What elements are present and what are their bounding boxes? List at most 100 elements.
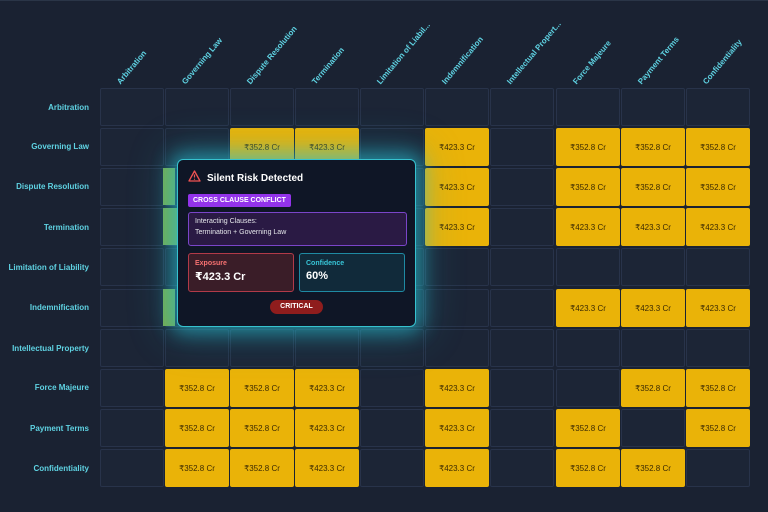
risk-cell[interactable]: ₹352.8 Cr — [621, 369, 685, 407]
empty-cell[interactable] — [686, 88, 750, 126]
empty-cell[interactable] — [621, 329, 685, 367]
empty-cell[interactable] — [100, 128, 164, 166]
empty-cell[interactable] — [490, 128, 554, 166]
empty-cell[interactable] — [100, 369, 164, 407]
empty-cell[interactable] — [295, 329, 359, 367]
empty-cell[interactable] — [230, 329, 294, 367]
risk-cell[interactable]: ₹352.8 Cr — [621, 168, 685, 206]
interacting-clauses: Interacting Clauses: Termination + Gover… — [188, 212, 407, 246]
cell-edge — [163, 168, 175, 205]
empty-cell[interactable] — [556, 329, 620, 367]
warning-triangle-icon — [188, 169, 201, 187]
risk-cell[interactable]: ₹352.8 Cr — [686, 168, 750, 206]
risk-cell[interactable]: ₹423.3 Cr — [425, 168, 489, 206]
empty-cell[interactable] — [425, 248, 489, 286]
empty-cell[interactable] — [100, 208, 164, 246]
risk-cell[interactable]: ₹423.3 Cr — [425, 208, 489, 246]
column-header: Governing Law — [180, 35, 225, 86]
row-header: Payment Terms — [30, 424, 89, 433]
empty-cell[interactable] — [490, 369, 554, 407]
empty-cell[interactable] — [490, 208, 554, 246]
empty-cell[interactable] — [425, 289, 489, 327]
risk-cell[interactable]: ₹423.3 Cr — [556, 289, 620, 327]
empty-cell[interactable] — [490, 409, 554, 447]
row-header: Arbitration — [48, 103, 89, 112]
empty-cell[interactable] — [686, 449, 750, 487]
risk-cell[interactable]: ₹423.3 Cr — [425, 369, 489, 407]
empty-cell[interactable] — [165, 88, 229, 126]
empty-cell[interactable] — [686, 248, 750, 286]
risk-cell[interactable]: ₹352.8 Cr — [686, 369, 750, 407]
risk-cell[interactable]: ₹352.8 Cr — [556, 449, 620, 487]
risk-cell[interactable]: ₹352.8 Cr — [556, 168, 620, 206]
row-header: Force Majeure — [34, 383, 89, 392]
empty-cell[interactable] — [490, 168, 554, 206]
empty-cell[interactable] — [490, 88, 554, 126]
risk-cell[interactable]: ₹352.8 Cr — [165, 369, 229, 407]
empty-cell[interactable] — [556, 369, 620, 407]
column-header: Limitation of Liabil... — [375, 20, 432, 86]
empty-cell[interactable] — [490, 248, 554, 286]
risk-cell[interactable]: ₹352.8 Cr — [621, 128, 685, 166]
risk-cell[interactable]: ₹423.3 Cr — [621, 289, 685, 327]
row-header: Intellectual Property — [12, 344, 89, 353]
confidence-value: 60% — [306, 270, 329, 282]
risk-cell[interactable]: ₹423.3 Cr — [425, 128, 489, 166]
empty-cell[interactable] — [360, 88, 424, 126]
severity-badge: CRITICAL — [270, 300, 323, 314]
interacting-clauses-value: Termination + Governing Law — [195, 229, 287, 236]
empty-cell[interactable] — [100, 329, 164, 367]
empty-cell[interactable] — [686, 329, 750, 367]
empty-cell[interactable] — [556, 88, 620, 126]
empty-cell[interactable] — [295, 88, 359, 126]
risk-cell[interactable]: ₹352.8 Cr — [165, 409, 229, 447]
risk-cell[interactable]: ₹352.8 Cr — [556, 128, 620, 166]
risk-cell[interactable]: ₹352.8 Cr — [686, 409, 750, 447]
risk-cell[interactable]: ₹423.3 Cr — [295, 449, 359, 487]
risk-cell[interactable]: ₹423.3 Cr — [686, 289, 750, 327]
empty-cell[interactable] — [490, 449, 554, 487]
empty-cell[interactable] — [165, 329, 229, 367]
risk-cell[interactable]: ₹423.3 Cr — [556, 208, 620, 246]
empty-cell[interactable] — [425, 329, 489, 367]
risk-cell[interactable]: ₹352.8 Cr — [230, 449, 294, 487]
empty-cell[interactable] — [490, 329, 554, 367]
empty-cell[interactable] — [360, 329, 424, 367]
risk-cell[interactable]: ₹423.3 Cr — [686, 208, 750, 246]
risk-cell[interactable]: ₹423.3 Cr — [295, 409, 359, 447]
risk-cell[interactable]: ₹423.3 Cr — [425, 409, 489, 447]
empty-cell[interactable] — [100, 409, 164, 447]
empty-cell[interactable] — [621, 248, 685, 286]
risk-cell[interactable]: ₹352.8 Cr — [686, 128, 750, 166]
column-header: Intellectual Propert... — [505, 19, 563, 86]
empty-cell[interactable] — [100, 449, 164, 487]
risk-cell[interactable]: ₹352.8 Cr — [621, 449, 685, 487]
empty-cell[interactable] — [490, 289, 554, 327]
column-header: Arbitration — [115, 48, 149, 86]
empty-cell[interactable] — [100, 168, 164, 206]
risk-cell[interactable]: ₹423.3 Cr — [295, 369, 359, 407]
empty-cell[interactable] — [230, 88, 294, 126]
risk-cell[interactable]: ₹352.8 Cr — [230, 369, 294, 407]
empty-cell[interactable] — [100, 289, 164, 327]
empty-cell[interactable] — [621, 88, 685, 126]
risk-cell[interactable]: ₹352.8 Cr — [165, 449, 229, 487]
empty-cell[interactable] — [100, 88, 164, 126]
empty-cell[interactable] — [360, 449, 424, 487]
exposure-label: Exposure — [195, 260, 227, 267]
empty-cell[interactable] — [100, 248, 164, 286]
empty-cell[interactable] — [425, 88, 489, 126]
risk-cell[interactable]: ₹423.3 Cr — [621, 208, 685, 246]
empty-cell[interactable] — [621, 409, 685, 447]
row-header: Limitation of Liability — [8, 263, 89, 272]
column-header: Payment Terms — [636, 35, 681, 86]
cell-edge — [163, 289, 175, 326]
empty-cell[interactable] — [360, 409, 424, 447]
risk-cell[interactable]: ₹423.3 Cr — [425, 449, 489, 487]
conflict-badge: CROSS CLAUSE CONFLICT — [188, 194, 291, 207]
risk-cell[interactable]: ₹352.8 Cr — [230, 409, 294, 447]
interacting-clauses-label: Interacting Clauses: — [195, 218, 257, 225]
risk-cell[interactable]: ₹352.8 Cr — [556, 409, 620, 447]
empty-cell[interactable] — [360, 369, 424, 407]
empty-cell[interactable] — [556, 248, 620, 286]
